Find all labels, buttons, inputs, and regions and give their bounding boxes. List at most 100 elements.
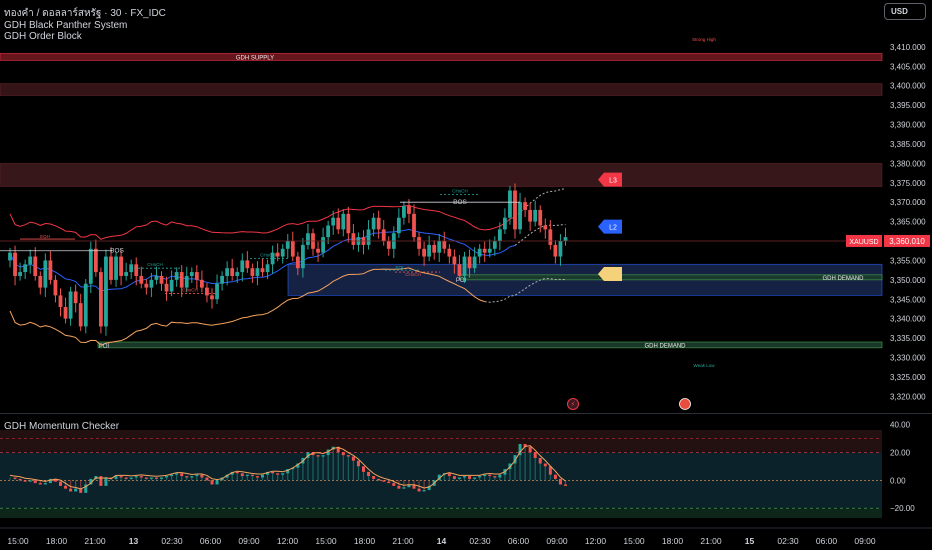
osc-candle bbox=[180, 473, 184, 477]
osc-bar bbox=[489, 476, 491, 481]
candle bbox=[311, 228, 315, 256]
currency-button[interactable]: USD bbox=[884, 3, 926, 20]
time-tick-label: 12:00 bbox=[277, 536, 299, 546]
candle bbox=[114, 251, 118, 287]
osc-bar bbox=[362, 471, 365, 481]
chart-canvas[interactable]: GDH SUPPLY GDH DEMAND GDH DEMAND BOS BOS CHo… bbox=[0, 0, 932, 550]
candle-body bbox=[497, 229, 502, 242]
osc-candle bbox=[104, 477, 108, 486]
demand-zone-2-label: GDH DEMAND bbox=[644, 343, 686, 349]
osc-bar bbox=[347, 456, 349, 481]
time-tick-label: 21:00 bbox=[392, 536, 414, 546]
osc-candle bbox=[493, 476, 497, 478]
candle bbox=[386, 236, 391, 256]
osc-bar bbox=[155, 478, 158, 481]
osc-bar bbox=[367, 476, 370, 481]
osc-candle bbox=[215, 480, 219, 485]
time-tick-label: 18:00 bbox=[662, 536, 684, 546]
candle bbox=[210, 288, 214, 309]
candle-body bbox=[159, 275, 164, 284]
price-tick-label: 3,335.000 bbox=[890, 334, 926, 343]
osc-bar bbox=[251, 476, 253, 481]
candle bbox=[558, 234, 563, 266]
candle-body bbox=[553, 244, 558, 257]
candle-body bbox=[43, 260, 48, 288]
time-tick-label: 09:00 bbox=[238, 536, 260, 546]
osc-candle bbox=[195, 474, 199, 477]
osc-candle bbox=[38, 483, 42, 485]
candle bbox=[33, 247, 38, 281]
candle bbox=[285, 234, 290, 259]
time-tick-label: 09:00 bbox=[854, 536, 876, 546]
candle-body bbox=[407, 206, 411, 214]
candle-body bbox=[68, 291, 73, 319]
candle-body bbox=[366, 229, 371, 245]
candle-body bbox=[503, 217, 507, 230]
osc-candle bbox=[372, 476, 376, 479]
candle bbox=[376, 210, 381, 239]
candle bbox=[104, 249, 108, 336]
candle-body bbox=[235, 272, 240, 276]
osc-bar bbox=[145, 478, 147, 481]
candle bbox=[189, 267, 194, 283]
candle-body bbox=[33, 256, 38, 276]
candle bbox=[402, 201, 406, 225]
candle-body bbox=[528, 209, 533, 222]
osc-candle bbox=[452, 476, 456, 479]
candle bbox=[533, 200, 538, 227]
osc-tick-label: 20.00 bbox=[890, 448, 911, 457]
price-tick-label: 3,325.000 bbox=[890, 373, 926, 382]
candle-body bbox=[508, 190, 512, 218]
osc-candle bbox=[139, 476, 143, 478]
osc-candle bbox=[185, 476, 189, 478]
candle-body bbox=[58, 295, 63, 308]
candle-body bbox=[48, 260, 53, 280]
osc-candle bbox=[23, 480, 27, 482]
candle-body bbox=[487, 248, 492, 253]
time-tick-label: 12:00 bbox=[585, 536, 607, 546]
osc-candle bbox=[478, 476, 482, 478]
candle-body bbox=[230, 268, 235, 276]
choch-label-2: CHoCH bbox=[182, 287, 198, 292]
candle bbox=[563, 227, 568, 246]
poi-label-2: POI bbox=[456, 278, 467, 284]
osc-bar bbox=[408, 480, 410, 485]
candle-body bbox=[336, 217, 341, 230]
demand-zone-2 bbox=[97, 341, 883, 349]
choch-label-5: CHoCH bbox=[405, 272, 421, 277]
candle-body bbox=[174, 272, 179, 280]
candle bbox=[280, 244, 285, 264]
candle bbox=[543, 218, 548, 239]
candle bbox=[48, 251, 53, 285]
osc-candle bbox=[457, 477, 461, 479]
time-tick-label: 13 bbox=[129, 536, 139, 546]
candle bbox=[290, 231, 295, 262]
candle bbox=[528, 202, 533, 231]
osc-candle bbox=[397, 485, 401, 489]
osc-candle bbox=[124, 477, 128, 479]
candle-body bbox=[402, 206, 406, 218]
osc-bar bbox=[292, 467, 294, 481]
osc-candle bbox=[538, 457, 542, 464]
oscillator-title: GDH Momentum Checker bbox=[4, 421, 120, 432]
candle-body bbox=[194, 272, 199, 280]
candle-body bbox=[548, 229, 553, 245]
osc-candle bbox=[250, 474, 254, 477]
candle bbox=[351, 223, 356, 250]
time-tick-label: 15 bbox=[745, 536, 755, 546]
candle-body bbox=[467, 256, 472, 269]
osc-overbought-zone bbox=[0, 430, 882, 453]
osc-candle bbox=[43, 483, 47, 485]
osc-candle bbox=[553, 474, 557, 479]
time-tick-label: 15:00 bbox=[7, 536, 29, 546]
eqh-label: EQH bbox=[40, 234, 50, 239]
candle-body bbox=[13, 252, 17, 276]
osc-candle bbox=[533, 452, 537, 458]
price-tick-label: 3,375.000 bbox=[890, 179, 926, 188]
osc-candle bbox=[160, 477, 163, 479]
candle-body bbox=[301, 244, 305, 269]
candle bbox=[412, 204, 416, 242]
time-tick-label: 18:00 bbox=[354, 536, 376, 546]
candle-body bbox=[543, 225, 548, 230]
candle bbox=[18, 262, 22, 281]
